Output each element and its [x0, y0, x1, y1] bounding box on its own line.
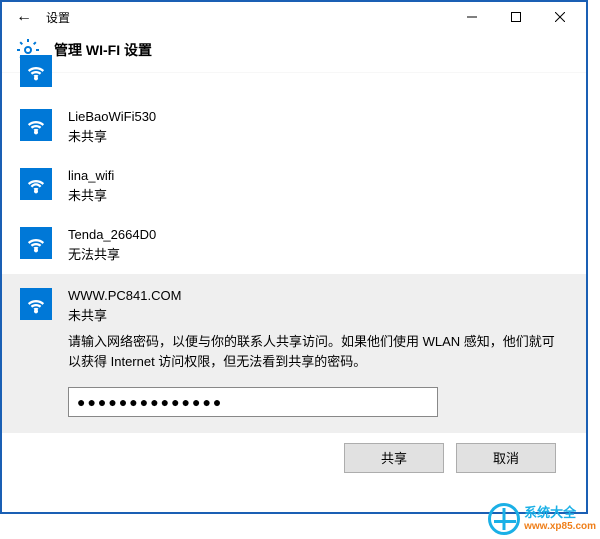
share-help-text: 请输入网络密码，以便与你的联系人共享访问。如果他们使用 WLAN 感知，他们就可…	[68, 332, 568, 372]
back-button[interactable]: ←	[16, 8, 32, 26]
wifi-icon	[20, 168, 52, 200]
wifi-name: LieBaoWiFi530	[68, 107, 156, 127]
password-input[interactable]	[68, 387, 438, 417]
settings-window: ← 设置 管理 WI-FI 设置	[0, 0, 588, 514]
wifi-icon	[20, 288, 52, 320]
cancel-button[interactable]: 取消	[456, 443, 556, 473]
watermark-logo-icon	[488, 503, 520, 535]
wifi-status: 无法共享	[68, 245, 156, 265]
wifi-icon	[20, 55, 52, 87]
page-header: 管理 WI-FI 设置	[2, 32, 586, 73]
wifi-name: Tenda_2664D0	[68, 225, 156, 245]
page-title: 管理 WI-FI 设置	[54, 40, 152, 60]
wifi-item[interactable]: lina_wifi 未共享	[2, 156, 586, 215]
watermark-url: www.xp85.com	[524, 521, 596, 532]
wifi-status: 未共享	[68, 127, 156, 147]
dialog-buttons: 共享 取消	[2, 433, 586, 477]
wifi-item-expanded: WWW.PC841.COM 未共享 请输入网络密码，以便与你的联系人共享访问。如…	[2, 274, 586, 433]
watermark: 系统大全 www.xp85.com	[488, 503, 596, 535]
wifi-item[interactable]: LieBaoWiFi530 未共享	[2, 97, 586, 156]
wifi-name: WWW.PC841.COM	[68, 286, 568, 306]
maximize-button[interactable]	[494, 3, 538, 31]
wifi-status: 未共享	[68, 186, 114, 206]
window-title: 设置	[46, 9, 70, 26]
minimize-button[interactable]	[450, 3, 494, 31]
titlebar: ← 设置	[2, 2, 586, 32]
wifi-item[interactable]: Tenda_2664D0 无法共享	[2, 215, 586, 274]
wifi-item-partial[interactable]	[2, 73, 586, 97]
close-button[interactable]	[538, 3, 582, 31]
watermark-brand: 系统大全	[524, 506, 596, 520]
wifi-icon	[20, 227, 52, 259]
wifi-status: 未共享	[68, 306, 568, 326]
share-button[interactable]: 共享	[344, 443, 444, 473]
wifi-list: LieBaoWiFi530 未共享 lina_wifi 未共享 Tenda_26…	[2, 73, 586, 477]
wifi-icon	[20, 109, 52, 141]
wifi-name: lina_wifi	[68, 166, 114, 186]
